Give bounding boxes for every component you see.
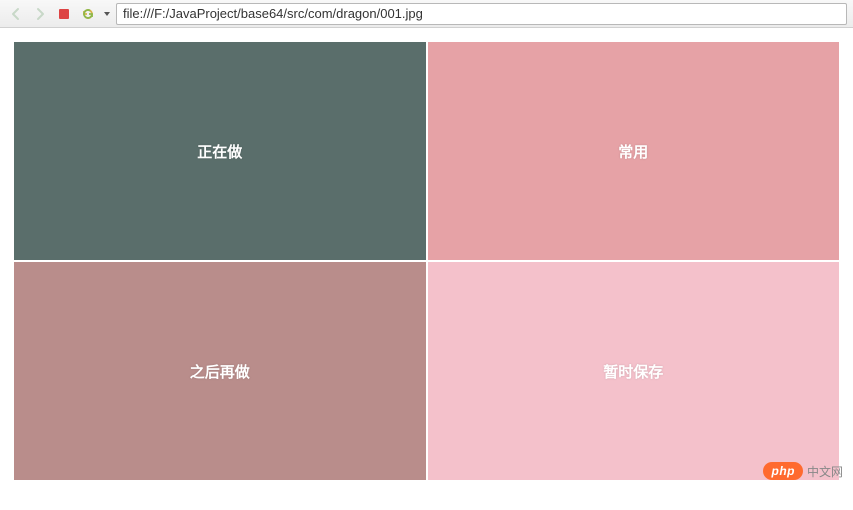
stop-button[interactable]	[54, 4, 74, 24]
tile-label: 之后再做	[190, 361, 250, 382]
watermark-text: 中文网	[807, 463, 843, 480]
tile-save[interactable]: 暂时保存	[428, 262, 840, 480]
tile-later[interactable]: 之后再做	[14, 262, 426, 480]
tile-doing[interactable]: 正在做	[14, 42, 426, 260]
tile-label: 暂时保存	[603, 361, 663, 382]
toolbar-dropdown-icon[interactable]	[102, 10, 112, 18]
browser-toolbar	[0, 0, 853, 28]
forward-button[interactable]	[30, 4, 50, 24]
watermark-badge: php	[763, 462, 803, 480]
tile-frequent[interactable]: 常用	[428, 42, 840, 260]
watermark: php 中文网	[763, 462, 843, 480]
tile-label: 正在做	[197, 141, 242, 162]
tile-grid: 正在做 常用 之后再做 暂时保存	[14, 42, 839, 480]
tile-label: 常用	[618, 141, 648, 162]
address-bar[interactable]	[116, 3, 847, 25]
back-button[interactable]	[6, 4, 26, 24]
refresh-button[interactable]	[78, 4, 98, 24]
page-content: 正在做 常用 之后再做 暂时保存	[0, 28, 853, 480]
